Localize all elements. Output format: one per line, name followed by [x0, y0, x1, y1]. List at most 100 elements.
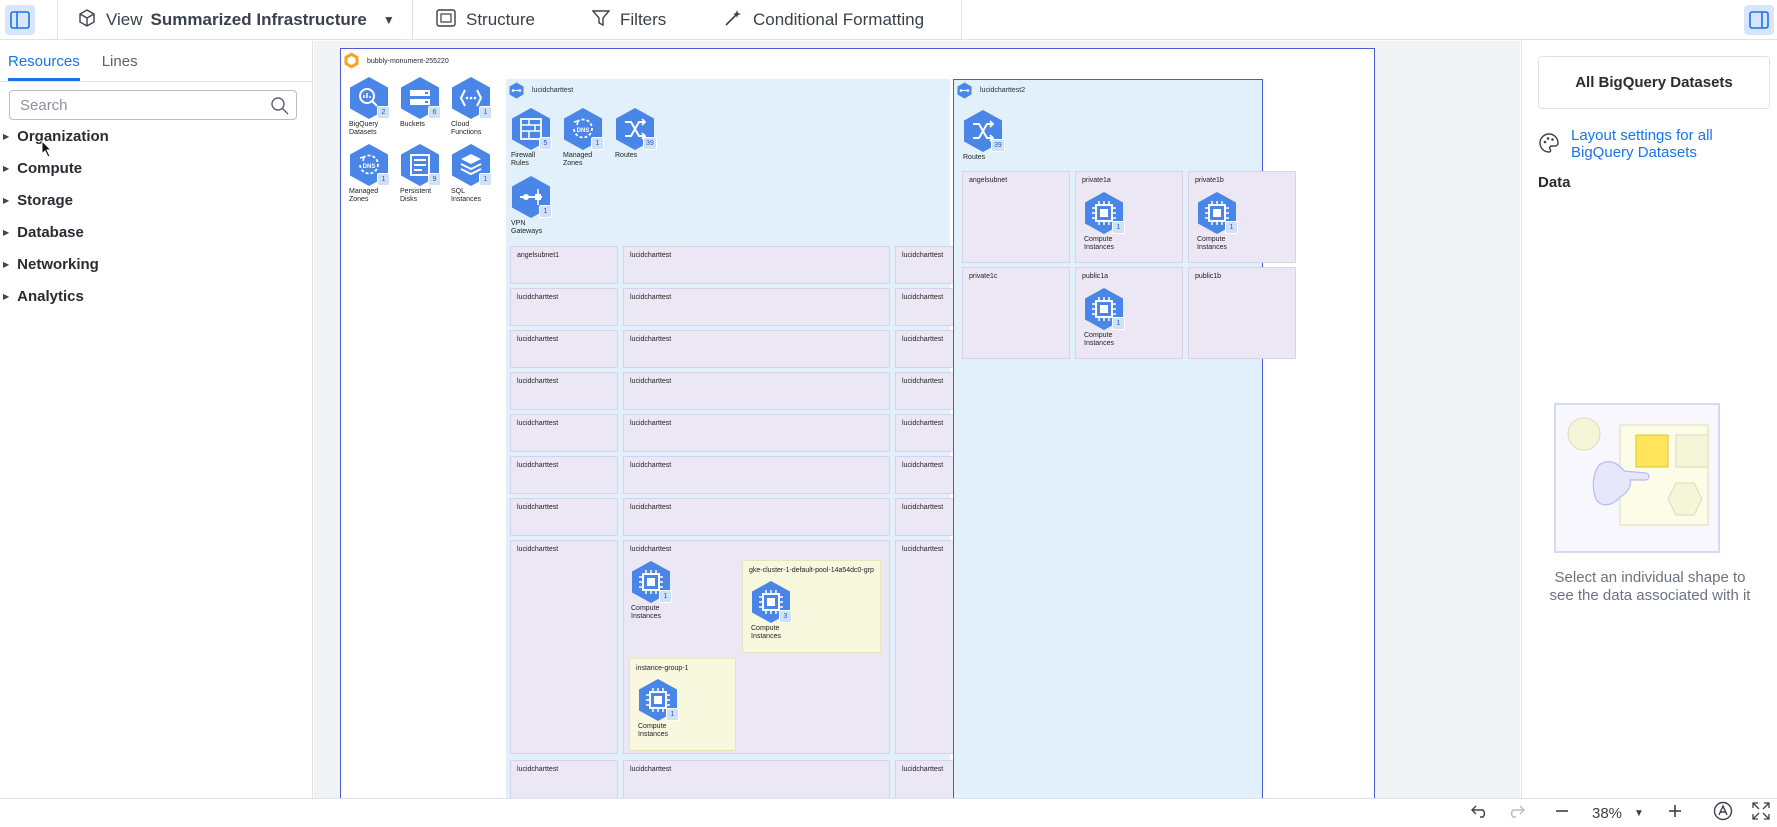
- toggle-right-panel-button[interactable]: [1744, 0, 1774, 40]
- subnet[interactable]: private1b 1 Compute Instances: [1188, 171, 1296, 263]
- category-analytics[interactable]: ▶ Analytics: [3, 288, 84, 305]
- tab-resources[interactable]: Resources: [8, 53, 80, 81]
- subnet[interactable]: angelsubnet: [962, 171, 1070, 263]
- resource-firewall-rules[interactable]: 5 Firewall Rules: [509, 107, 555, 168]
- subnet[interactable]: lucidcharttest: [623, 330, 890, 368]
- subnet[interactable]: lucidcharttest: [510, 498, 618, 536]
- resource-managed-zones[interactable]: DNS 1 Managed Zones: [347, 143, 393, 204]
- category-organization[interactable]: ▶ Organization: [3, 128, 109, 145]
- resource-label: Compute: [1197, 236, 1226, 243]
- minus-icon: [1555, 804, 1569, 822]
- resource-vpn-gateways[interactable]: 1 VPN Gateways: [509, 175, 555, 236]
- count-badge: 1: [377, 173, 390, 186]
- subnet[interactable]: angelsubnet1: [510, 246, 618, 284]
- zoom-out-button[interactable]: [1555, 799, 1569, 827]
- resource-bigquery-datasets[interactable]: 2 BigQuery Datasets: [347, 76, 393, 137]
- subnet[interactable]: lucidcharttest: [623, 456, 890, 494]
- subnet[interactable]: lucidcharttest: [623, 246, 890, 284]
- resource-label: Buckets: [400, 121, 425, 128]
- category-storage[interactable]: ▶ Storage: [3, 192, 73, 209]
- vpc-network-2[interactable]: lucidcharttest2 39 Routes angelsubnet priva…: [953, 79, 1296, 798]
- fullscreen-icon: [1752, 802, 1770, 824]
- undo-button[interactable]: [1470, 799, 1490, 827]
- count-badge: 1: [659, 590, 672, 603]
- accessibility-button[interactable]: [1713, 799, 1733, 827]
- chevron-down-icon: ▼: [1634, 807, 1644, 819]
- resource-buckets[interactable]: 6 Buckets: [398, 76, 444, 129]
- resource-label: Managed: [349, 188, 379, 195]
- cube-icon: [78, 8, 96, 32]
- resource-gke-cluster-1-default-pool-14a54dc0-grp[interactable]: 3 Compute Instances: [749, 580, 795, 641]
- empty-state-illustration: [1554, 403, 1720, 558]
- subnet-label: lucidcharttest: [902, 336, 944, 343]
- subnet[interactable]: lucidcharttest: [623, 498, 890, 536]
- resource-compute-instances[interactable]: 1 Compute Instances: [1082, 287, 1128, 348]
- diagram-canvas[interactable]: bubbly-monument-255220 2 BigQuery Datasets…: [314, 41, 1520, 798]
- selection-title-button[interactable]: All BigQuery Datasets: [1538, 56, 1770, 109]
- zoom-in-button[interactable]: [1668, 799, 1682, 827]
- subnet[interactable]: lucidcharttest: [510, 456, 618, 494]
- subnet[interactable]: lucidcharttest: [623, 288, 890, 326]
- resource-compute-instances[interactable]: 1 Compute Instances: [629, 560, 675, 621]
- subnet[interactable]: lucidcharttest: [510, 414, 618, 452]
- subnet[interactable]: public1a 1 Compute Instances: [1075, 267, 1183, 359]
- category-networking[interactable]: ▶ Networking: [3, 256, 99, 273]
- toggle-left-panel-button[interactable]: [5, 0, 35, 40]
- count-badge: 1: [1112, 317, 1125, 330]
- svg-text:DNS: DNS: [577, 128, 590, 134]
- count-badge: 1: [591, 137, 604, 150]
- project-header[interactable]: bubbly-monument-255220: [343, 52, 449, 71]
- resource-label: Instances: [638, 731, 668, 738]
- subnet[interactable]: lucidcharttest: [623, 414, 890, 452]
- resource-compute-instances[interactable]: 39 Routes: [961, 109, 1007, 162]
- toolbar-divider: [412, 0, 413, 40]
- subnet[interactable]: lucidcharttest: [510, 330, 618, 368]
- gcp-project-icon: [343, 52, 360, 71]
- subnet-label: lucidcharttest: [902, 294, 944, 301]
- subnet[interactable]: public1b: [1188, 267, 1296, 359]
- vpc-network-1[interactable]: lucidcharttest 5 Firewall Rules DNS 1 Managed…: [506, 79, 1003, 798]
- tab-lines[interactable]: Lines: [102, 53, 138, 81]
- instance-group[interactable]: instance-group-1 1 Compute Instances: [629, 658, 736, 751]
- resource-sql-instances[interactable]: 1 SQL Instances: [449, 143, 495, 204]
- resource-compute-instances[interactable]: 1 Compute Instances: [1082, 191, 1128, 252]
- subnet[interactable]: private1c: [962, 267, 1070, 359]
- count-badge: 39: [643, 137, 657, 150]
- view-selector[interactable]: View Summarized Infrastructure ▼: [78, 0, 395, 40]
- subnet-label: angelsubnet1: [517, 252, 560, 259]
- layout-settings-link[interactable]: Layout settings for all BigQuery Dataset…: [1571, 127, 1761, 161]
- resource-persistent-disks[interactable]: 9 Persistent Disks: [398, 143, 444, 204]
- category-label: Analytics: [17, 288, 84, 305]
- project-name: bubbly-monument-255220: [367, 58, 449, 65]
- resource-instance-group-1[interactable]: 1 Compute Instances: [636, 678, 682, 739]
- subnet[interactable]: lucidcharttest: [510, 540, 618, 754]
- subnet[interactable]: lucidcharttest 1 Compute Instances gke-clust…: [623, 540, 890, 754]
- subnet[interactable]: lucidcharttest: [623, 760, 890, 798]
- diagram-page[interactable]: bubbly-monument-255220 2 BigQuery Datasets…: [340, 48, 1375, 798]
- subnet-label: lucidcharttest: [517, 378, 559, 385]
- search-icon[interactable]: [270, 96, 290, 120]
- resource-routes[interactable]: 39 Routes: [613, 107, 659, 160]
- search-input[interactable]: Search: [9, 90, 297, 120]
- zoom-selector[interactable]: 38% ▼: [1592, 799, 1644, 827]
- redo-button[interactable]: [1506, 799, 1526, 827]
- subnet-label: lucidcharttest: [630, 462, 672, 469]
- resource-managed-zones[interactable]: DNS 1 Managed Zones: [561, 107, 607, 168]
- filters-button[interactable]: Filters: [591, 0, 666, 40]
- subnet[interactable]: lucidcharttest: [510, 372, 618, 410]
- category-label: Organization: [17, 128, 109, 145]
- resource-compute-instances[interactable]: 1 Compute Instances: [1195, 191, 1241, 252]
- subnet[interactable]: lucidcharttest: [623, 372, 890, 410]
- structure-icon: [436, 8, 456, 32]
- instance-group[interactable]: gke-cluster-1-default-pool-14a54dc0-grp 3…: [742, 560, 881, 653]
- subnet[interactable]: lucidcharttest: [510, 760, 618, 798]
- resource-cloud-functions[interactable]: 1 Cloud Functions: [449, 76, 495, 137]
- category-database[interactable]: ▶ Database: [3, 224, 84, 241]
- subnet[interactable]: private1a 1 Compute Instances: [1075, 171, 1183, 263]
- conditional-formatting-button[interactable]: Conditional Formatting: [723, 0, 924, 40]
- resource-label: Instances: [1084, 244, 1114, 251]
- structure-button[interactable]: Structure: [436, 0, 535, 40]
- subnet[interactable]: lucidcharttest: [510, 288, 618, 326]
- fullscreen-button[interactable]: [1752, 799, 1770, 827]
- count-badge: 5: [539, 137, 552, 150]
